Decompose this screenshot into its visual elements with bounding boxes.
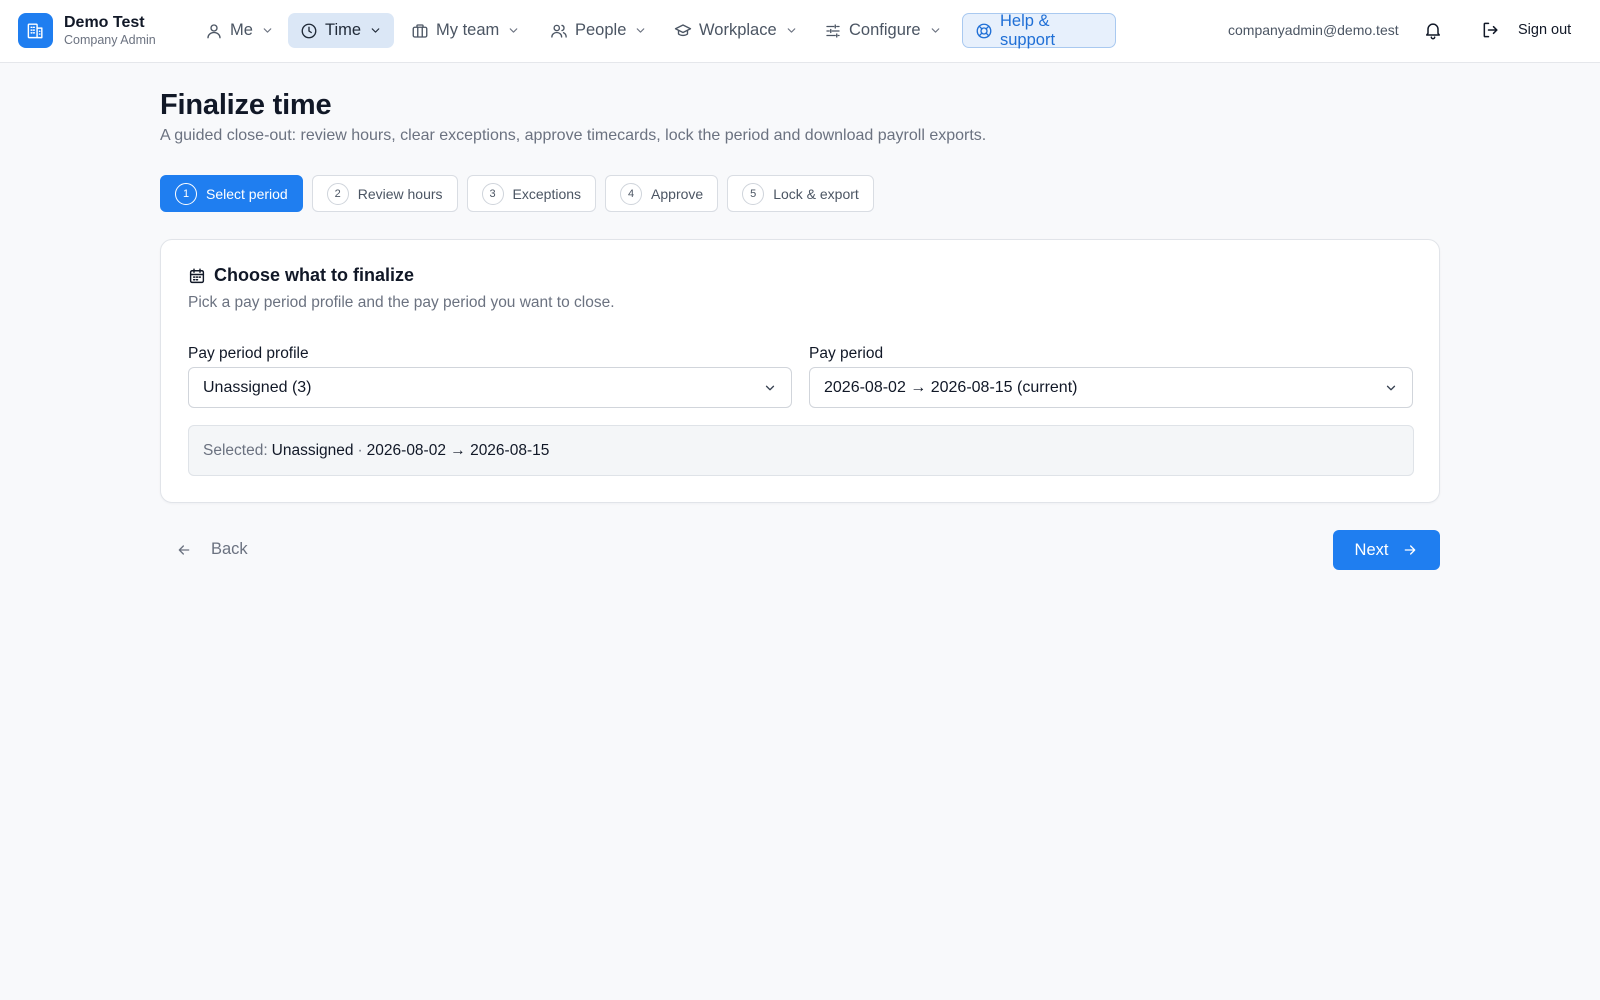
calendar-icon [188,267,206,285]
nav-item-me[interactable]: Me [193,13,286,48]
user-icon [205,22,223,40]
chevron-down-icon [369,24,382,37]
graduation-cap-icon [674,22,692,40]
help-support-label: Help & support [1000,11,1056,49]
brand[interactable]: Demo Test Company Admin [18,13,156,48]
pay-period-profile-label: Pay period profile [188,345,309,362]
arrow-right-icon [1402,542,1418,558]
top-navigation-bar: Demo Test Company Admin Me Time My team [0,0,1600,63]
finalize-selection-card: Choose what to finalize Pick a pay perio… [160,239,1440,503]
chevron-down-icon [634,24,647,37]
sliders-icon [824,22,842,40]
nav-item-my-team[interactable]: My team [399,13,532,48]
nav-item-me-label: Me [230,21,253,39]
help-support-button[interactable]: Help & support [962,11,1116,49]
back-button[interactable]: Back [176,540,248,559]
summary-period: 2026-08-02 → 2026-08-15 [366,441,550,459]
next-button[interactable]: Next [1333,530,1440,570]
sign-out-button[interactable]: Sign out [1481,20,1571,40]
step-number: 1 [175,182,197,205]
pay-period-profile-value: Unassigned (3) [203,378,312,396]
nav-item-my-team-label: My team [436,21,500,39]
chevron-down-icon [261,24,274,37]
nav-item-people-label: People [575,21,627,39]
step-label: Approve [651,185,704,202]
step-exceptions[interactable]: 3 Exceptions [466,175,597,212]
pay-period-profile-select[interactable]: Unassigned (3) [188,367,792,408]
summary-profile: Unassigned [271,441,354,459]
bell-icon[interactable] [1423,20,1443,40]
next-label: Next [1354,540,1389,559]
page-title: Finalize time [160,89,332,121]
wizard-steps: 1 Select period 2 Review hours 3 Excepti… [160,175,883,212]
step-label: Exceptions [512,185,582,202]
step-label: Select period [206,185,288,202]
users-icon [550,22,568,40]
nav-item-workplace[interactable]: Workplace [662,13,810,48]
summary-separator: · [357,441,363,459]
step-select-period[interactable]: 1 Select period [160,175,303,212]
step-lock-export[interactable]: 5 Lock & export [727,175,874,212]
step-number: 4 [620,182,643,205]
pay-period-label: Pay period [809,345,884,362]
chevron-down-icon [1384,381,1398,395]
summary-prefix: Selected: [203,441,268,459]
step-number: 2 [326,182,349,205]
sign-out-icon [1481,20,1501,40]
step-label: Lock & export [773,185,859,202]
chevron-down-icon [763,381,777,395]
briefcase-icon [411,22,429,40]
nav-item-people[interactable]: People [538,13,659,48]
step-approve[interactable]: 4 Approve [605,175,719,212]
step-number: 5 [742,182,765,205]
nav-item-configure[interactable]: Configure [812,13,954,48]
nav-item-configure-label: Configure [849,21,921,39]
card-title: Choose what to finalize [214,265,415,285]
pay-period-value: 2026-08-02 → 2026-08-15 (current) [824,378,1078,396]
sign-out-label: Sign out [1518,22,1572,38]
nav-item-time-label: Time [325,21,362,39]
step-number: 3 [481,182,504,205]
company-name: Demo Test [64,13,145,31]
pay-period-select[interactable]: 2026-08-02 → 2026-08-15 (current) [809,367,1413,408]
lifebuoy-icon [975,22,993,40]
chevron-down-icon [929,24,942,37]
nav-item-workplace-label: Workplace [699,21,777,39]
step-review-hours[interactable]: 2 Review hours [311,175,458,212]
card-description: Pick a pay period profile and the pay pe… [188,294,615,311]
page-subtitle: A guided close-out: review hours, clear … [160,127,987,144]
user-email: companyadmin@demo.test [1228,22,1399,38]
step-label: Review hours [357,185,443,202]
back-label: Back [211,540,248,558]
arrow-left-icon [176,542,192,558]
chevron-down-icon [507,24,520,37]
chevron-down-icon [785,24,798,37]
nav-item-time[interactable]: Time [288,13,395,48]
building-icon [18,13,53,48]
selection-summary: Selected: Unassigned · 2026-08-02 → 2026… [188,425,1414,476]
user-role: Company Admin [64,32,156,47]
clock-icon [300,22,318,40]
